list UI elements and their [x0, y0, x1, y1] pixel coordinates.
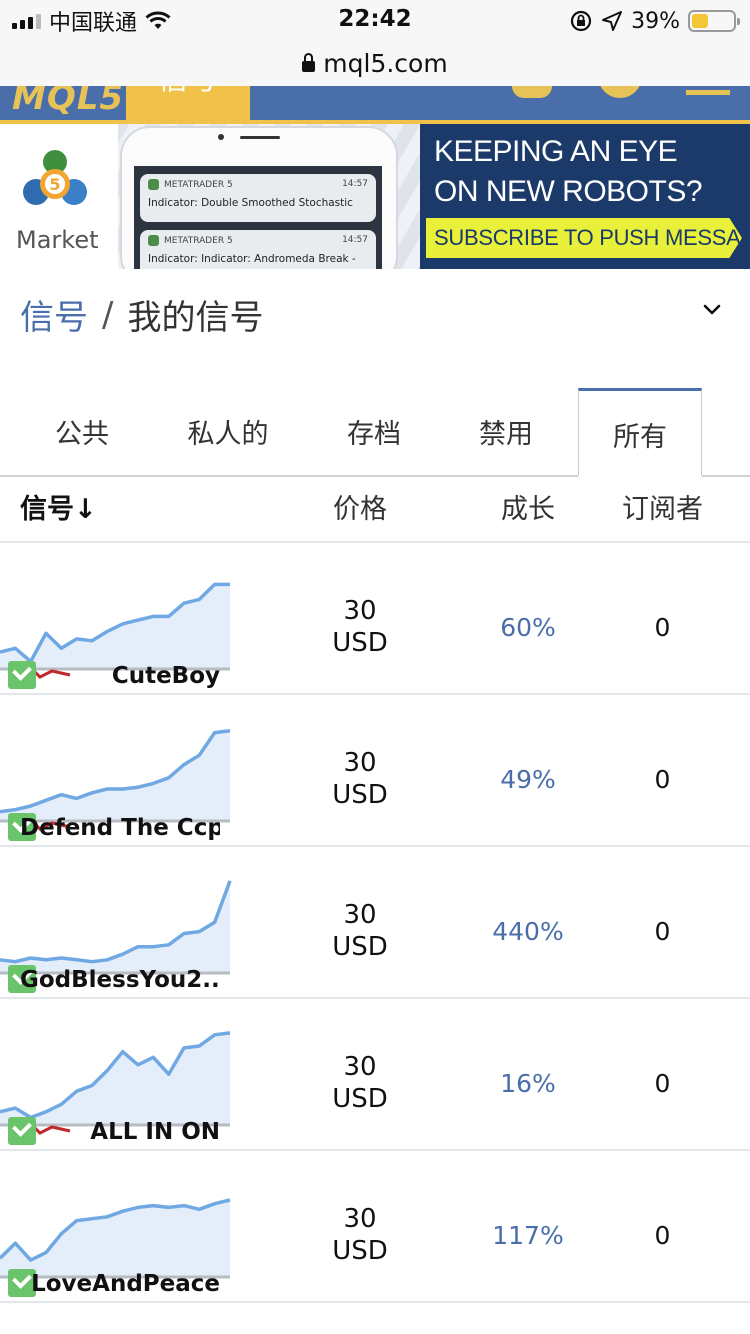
tab-public[interactable]: 公共	[20, 388, 144, 477]
tab-all[interactable]: 所有	[578, 388, 702, 477]
subscribe-push-button[interactable]: SUBSCRIBE TO PUSH MESSAGES	[426, 218, 742, 258]
signal-price: 30 USD	[290, 899, 430, 963]
app-icon	[148, 235, 159, 246]
sparkline-area	[0, 1199, 230, 1277]
notification-text: Indicator: Indicator: Andromeda Break -	[148, 253, 356, 265]
notification-card: METATRADER 5 14:57 Indicator: Indicator: …	[140, 230, 376, 269]
chevron-down-icon[interactable]	[702, 300, 722, 320]
price-amount: 30	[343, 1052, 377, 1082]
signal-growth: 60%	[500, 613, 556, 642]
battery-icon	[688, 10, 740, 32]
profile-icon[interactable]	[598, 86, 642, 98]
rotation-lock-icon	[570, 10, 592, 32]
notification-card: METATRADER 5 14:57 Indicator: Double Smoo…	[140, 174, 376, 222]
tab-private[interactable]: 私人的	[160, 388, 296, 477]
notification-app: METATRADER 5	[164, 179, 233, 190]
battery-percent: 39%	[631, 8, 680, 34]
table-row[interactable]: CuteBoy 30 USD 60% 0	[0, 543, 750, 695]
notification-text: Indicator: Double Smoothed Stochastic	[148, 197, 353, 209]
signal-name-link[interactable]: ALL IN ON	[90, 1119, 220, 1145]
signal-price: 30 USD	[290, 747, 430, 811]
signal-growth: 49%	[500, 765, 556, 794]
signal-subscribers: 0	[654, 917, 671, 946]
chat-icon[interactable]	[512, 86, 552, 98]
metatrader-logo-icon: 5	[23, 150, 87, 205]
signal-subscribers: 0	[654, 613, 671, 642]
status-right: 39%	[569, 6, 740, 36]
price-currency: USD	[332, 1084, 388, 1114]
table-row[interactable]: LoveAndPeace 30 USD 117% 0	[0, 1151, 750, 1303]
sparkline-area	[0, 730, 230, 821]
breadcrumb-current: 我的信号	[127, 298, 264, 338]
svg-text:5: 5	[49, 175, 60, 194]
location-arrow-icon	[602, 11, 623, 31]
banner-headline-line2: ON NEW ROBOTS?	[434, 175, 703, 208]
verified-check-icon	[8, 1117, 36, 1145]
signal-subscribers: 0	[654, 765, 671, 794]
phone-camera	[218, 134, 224, 140]
site-logo[interactable]: MQL5	[12, 86, 124, 118]
signal-name-link[interactable]: CuteBoy	[112, 663, 220, 689]
breadcrumb-separator: /	[102, 294, 114, 335]
signal-name-link[interactable]: Defend The Ccp	[20, 815, 220, 841]
url-domain[interactable]: mql5.com	[323, 49, 447, 78]
market-box[interactable]: 5 Market	[0, 124, 118, 269]
url-bar[interactable]: mql5.com	[0, 40, 750, 86]
filter-tabs: 公共 私人的 存档 禁用 所有	[0, 388, 750, 477]
price-currency: USD	[332, 780, 388, 810]
tab-disabled[interactable]: 禁用	[444, 388, 568, 477]
battery-level	[692, 14, 708, 28]
header-tab-signals[interactable]: 信号	[126, 86, 250, 120]
column-header-price[interactable]: 价格	[290, 477, 430, 543]
signal-growth: 117%	[492, 1221, 564, 1250]
column-header-signal[interactable]: 信号↓	[20, 477, 97, 543]
site-header: MQL5 信号	[0, 86, 750, 124]
phone-screen: METATRADER 5 14:57 Indicator: Double Smoo…	[134, 166, 382, 269]
table-row[interactable]: GodBlessYou2... 30 USD 440% 0	[0, 847, 750, 999]
status-bar: 中国联通 22:42 39%	[0, 0, 750, 40]
signal-price: 30 USD	[290, 595, 430, 659]
promo-banner[interactable]: 5 Market METATRADER 5 14:57 Indicator: Do…	[0, 124, 750, 269]
price-currency: USD	[332, 1236, 388, 1266]
phone-illustration: METATRADER 5 14:57 Indicator: Double Smoo…	[120, 126, 398, 269]
signal-subscribers: 0	[654, 1069, 671, 1098]
table-row[interactable]: Defend The Ccp 30 USD 49% 0	[0, 695, 750, 847]
notification-time: 14:57	[342, 235, 368, 245]
market-label: Market	[16, 226, 99, 254]
breadcrumb-signals-link[interactable]: 信号	[20, 290, 88, 339]
signal-price: 30 USD	[290, 1203, 430, 1267]
banner-headline-line1: KEEPING AN EYE	[434, 135, 678, 168]
price-currency: USD	[332, 628, 388, 658]
menu-icon[interactable]	[686, 90, 730, 95]
table-header: 信号↓ 价格 成长 订阅者	[0, 477, 750, 543]
price-amount: 30	[343, 1204, 377, 1234]
app-icon	[148, 179, 159, 190]
signal-growth: 440%	[492, 917, 564, 946]
price-amount: 30	[343, 748, 377, 778]
banner-headline: KEEPING AN EYE ON NEW ROBOTS?	[434, 132, 703, 212]
price-amount: 30	[343, 900, 377, 930]
phone-speaker	[240, 136, 280, 139]
table-row[interactable]: ALL IN ON 30 USD 16% 0	[0, 999, 750, 1151]
notification-app: METATRADER 5	[164, 235, 233, 246]
verified-check-icon	[8, 661, 36, 689]
price-amount: 30	[343, 596, 377, 626]
signal-price: 30 USD	[290, 1051, 430, 1115]
breadcrumb: 信号 / 我的信号	[20, 290, 263, 339]
signal-growth: 16%	[500, 1069, 556, 1098]
signal-name-link[interactable]: GodBlessYou2...	[20, 967, 220, 993]
column-header-subscribers[interactable]: 订阅者	[600, 477, 725, 543]
lock-icon	[302, 52, 316, 72]
signal-name-link[interactable]: LoveAndPeace	[31, 1271, 220, 1297]
price-currency: USD	[332, 932, 388, 962]
column-header-growth[interactable]: 成长	[458, 477, 598, 543]
signal-subscribers: 0	[654, 1221, 671, 1250]
tab-archive[interactable]: 存档	[310, 388, 438, 477]
notification-time: 14:57	[342, 179, 368, 189]
